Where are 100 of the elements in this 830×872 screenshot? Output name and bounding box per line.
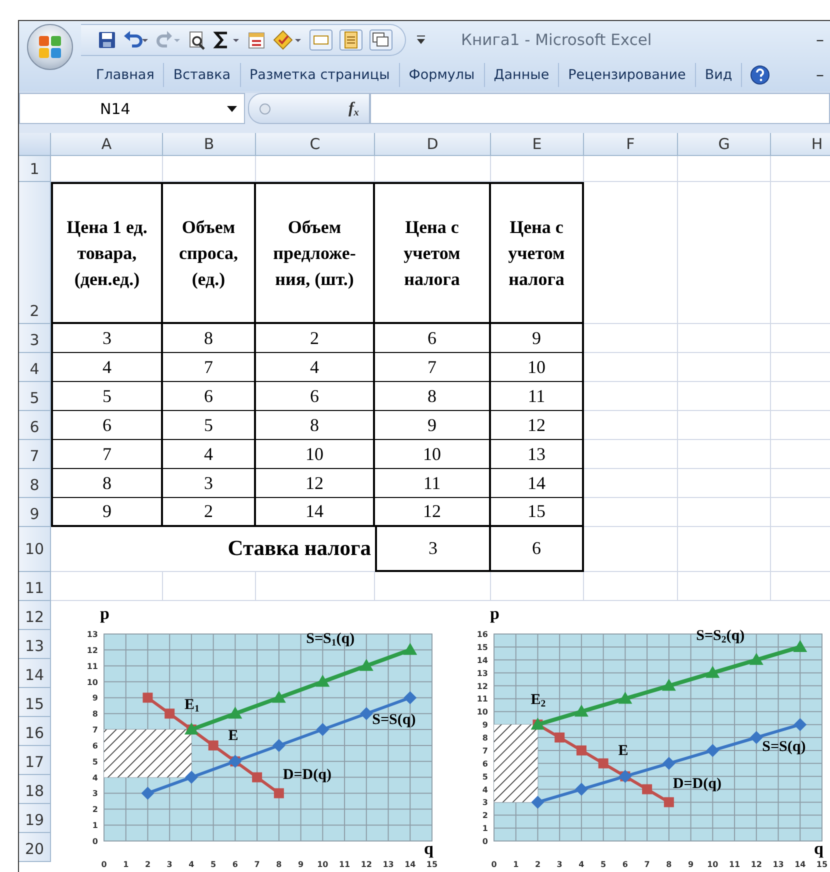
row-header[interactable]: 13: [19, 630, 51, 659]
row-header[interactable]: 17: [19, 746, 51, 775]
column-header[interactable]: H: [771, 133, 830, 156]
column-header[interactable]: G: [678, 133, 771, 156]
empty-cell[interactable]: [584, 382, 678, 411]
sum-icon[interactable]: [213, 30, 241, 50]
empty-cell[interactable]: [678, 411, 771, 440]
column-header[interactable]: E: [491, 133, 584, 156]
axis-tick-label: 5: [210, 860, 216, 869]
column-header[interactable]: A: [51, 133, 163, 156]
row-header[interactable]: 8: [19, 469, 51, 498]
row-header[interactable]: 5: [19, 382, 51, 411]
row-header[interactable]: 1: [19, 156, 51, 182]
empty-cell[interactable]: [678, 382, 771, 411]
select-all-corner[interactable]: [19, 133, 51, 156]
empty-cell[interactable]: [678, 324, 771, 353]
axis-tick-label: 5: [482, 772, 488, 782]
axis-tick-label: 13: [772, 860, 784, 869]
empty-cell[interactable]: [584, 498, 678, 527]
grip-icon: [259, 102, 271, 114]
empty-cell[interactable]: [584, 353, 678, 382]
name-box[interactable]: N14: [19, 93, 245, 124]
row-header[interactable]: 14: [19, 659, 51, 688]
print-preview-icon[interactable]: [187, 30, 207, 50]
empty-cell[interactable]: [491, 156, 584, 182]
row-header[interactable]: 4: [19, 353, 51, 382]
axis-tick-label: 12: [360, 860, 372, 869]
point-label: E: [618, 744, 628, 760]
dropdown-caret-icon[interactable]: [226, 104, 238, 112]
axis-tick-label: 3: [92, 789, 98, 798]
row-header[interactable]: 12: [19, 601, 51, 630]
table-cell: 12: [256, 469, 375, 498]
empty-cell[interactable]: [584, 411, 678, 440]
ribbon-tab[interactable]: Формулы: [400, 62, 485, 86]
empty-cell[interactable]: [375, 156, 491, 182]
ribbon-tab[interactable]: Рецензирование: [559, 62, 696, 86]
empty-cell[interactable]: [584, 324, 678, 353]
row-header[interactable]: 15: [19, 688, 51, 717]
empty-cell[interactable]: [163, 156, 256, 182]
row-header[interactable]: 18: [19, 775, 51, 804]
row-header[interactable]: 16: [19, 717, 51, 746]
row-header[interactable]: 10: [19, 527, 51, 572]
empty-cell[interactable]: [584, 156, 678, 182]
office-button[interactable]: [27, 24, 73, 70]
window-title: Книга1 - Microsoft Excel: [461, 30, 652, 48]
form-icon[interactable]: [247, 30, 267, 50]
empty-cell[interactable]: [584, 440, 678, 469]
axis-tick-label: 6: [92, 741, 98, 750]
toolbar-button-icon[interactable]: [309, 28, 333, 50]
triangle-marker: [618, 692, 632, 704]
empty-cell[interactable]: [678, 498, 771, 527]
column-header[interactable]: F: [584, 133, 678, 156]
ribbon-tab[interactable]: Данные: [484, 62, 560, 86]
row-header[interactable]: 20: [19, 833, 51, 862]
toolbar-button-icon[interactable]: [369, 28, 393, 50]
axis-tick-label: 0: [92, 837, 98, 846]
empty-cell[interactable]: [678, 156, 771, 182]
ribbon-tab[interactable]: Вид: [696, 62, 742, 86]
row-header[interactable]: 3: [19, 324, 51, 353]
ribbon-tab[interactable]: Вставка: [164, 62, 241, 86]
formula-input[interactable]: [370, 93, 830, 124]
cell-reference: N14: [100, 100, 130, 118]
row-header[interactable]: 2: [19, 182, 51, 324]
empty-cell[interactable]: [678, 353, 771, 382]
empty-cell[interactable]: [678, 182, 771, 324]
spelling-icon[interactable]: [273, 30, 303, 50]
empty-cell[interactable]: [678, 527, 771, 572]
ribbon-tab[interactable]: Главная: [87, 62, 164, 86]
column-header[interactable]: D: [375, 133, 491, 156]
column-header[interactable]: C: [256, 133, 375, 156]
empty-cell[interactable]: [678, 440, 771, 469]
save-icon[interactable]: [97, 30, 117, 50]
diamond-marker: [404, 691, 417, 704]
axis-title: q: [814, 839, 824, 858]
row-header[interactable]: 7: [19, 440, 51, 469]
column-header[interactable]: B: [163, 133, 256, 156]
empty-cell[interactable]: [584, 182, 678, 324]
table-cell: 14: [256, 498, 375, 527]
empty-cell[interactable]: [584, 469, 678, 498]
row-header[interactable]: 19: [19, 804, 51, 833]
customize-caret-icon[interactable]: [414, 32, 428, 46]
empty-cell[interactable]: [678, 469, 771, 498]
toolbar-button-icon[interactable]: [339, 28, 363, 50]
redo-icon[interactable]: [155, 30, 181, 50]
minimize-button[interactable]: –: [812, 30, 828, 49]
row-header[interactable]: 11: [19, 572, 51, 601]
square-marker: [664, 797, 674, 808]
diamond-marker: [750, 731, 763, 744]
curve-label: S=S$_{2}$(q): [696, 628, 745, 644]
axis-tick-label: 8: [92, 710, 98, 719]
empty-cell[interactable]: [256, 156, 375, 182]
empty-cell[interactable]: [584, 527, 678, 572]
minimize-ribbon-button[interactable]: –: [812, 65, 828, 84]
row-header[interactable]: 6: [19, 411, 51, 440]
ribbon-tab[interactable]: Разметка страницы: [240, 62, 400, 86]
table-cell: 4: [256, 353, 375, 382]
insert-function-button[interactable]: f$_{x}$: [348, 100, 359, 118]
undo-icon[interactable]: [123, 30, 149, 50]
row-header[interactable]: 9: [19, 498, 51, 527]
help-icon[interactable]: [750, 64, 770, 84]
